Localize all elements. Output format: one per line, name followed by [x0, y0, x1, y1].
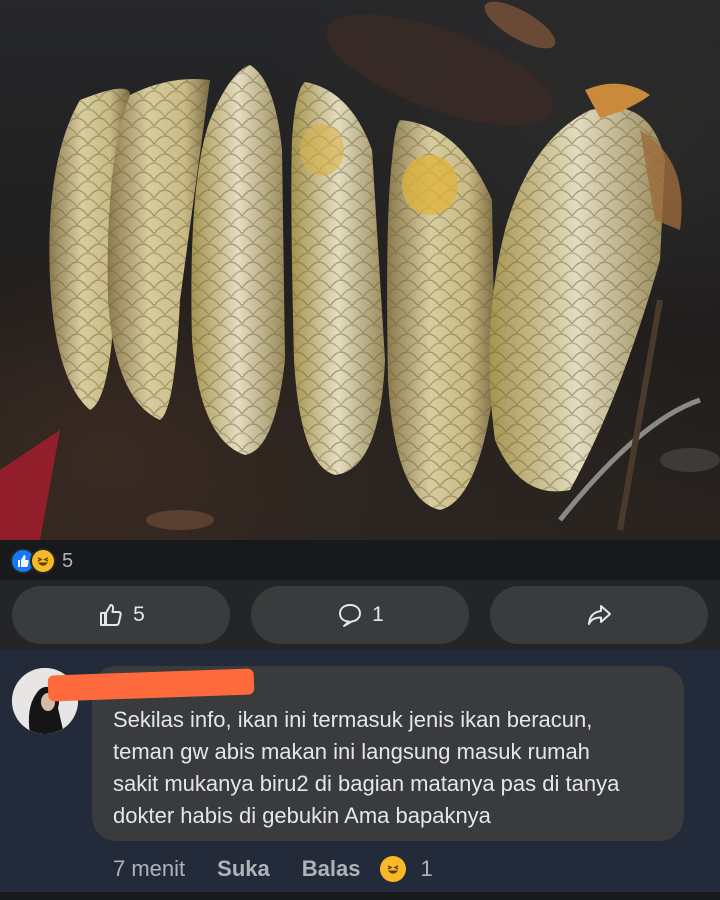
comment-line: sakit mukanya biru2 di bagian matanya pa… — [113, 771, 620, 796]
comment-line: Sekilas info, ikan ini termasuk jenis ik… — [113, 707, 593, 732]
like-button[interactable]: 5 — [12, 586, 230, 644]
post-photo[interactable] — [0, 0, 720, 540]
comment-like-button[interactable]: Suka — [217, 856, 270, 882]
comment-time[interactable]: 7 menit — [113, 856, 185, 882]
haha-reaction-icon — [30, 548, 56, 574]
comment-reaction-count: 1 — [420, 856, 433, 881]
comment-reply-button[interactable]: Balas — [302, 856, 361, 882]
haha-icon[interactable] — [380, 856, 407, 882]
like-count: 5 — [133, 603, 145, 626]
fish-illustration — [0, 1, 720, 540]
comment-icon — [339, 604, 362, 627]
fish-5 — [387, 120, 495, 510]
comment-body: Sekilas info, ikan ini termasuk jenis ik… — [113, 704, 678, 832]
comment-line: dokter habis di gebukin Ama bapaknya — [113, 803, 491, 828]
thumbs-up-icon — [100, 604, 122, 626]
comment-count: 1 — [372, 603, 384, 626]
reaction-icons — [10, 548, 56, 574]
fish-3 — [191, 65, 285, 455]
bottom-divider — [0, 892, 720, 900]
action-bar: 5 1 — [0, 580, 720, 650]
comment-line: teman gw abis makan ini langsung masuk r… — [113, 739, 590, 764]
share-button[interactable] — [490, 586, 708, 644]
reaction-count: 5 — [62, 549, 74, 572]
comment-meta: 7 menit Suka Balas 1 — [113, 852, 433, 886]
share-icon — [588, 605, 611, 625]
fish-6 — [489, 83, 682, 492]
comment-button[interactable]: 1 — [251, 586, 469, 644]
reaction-summary[interactable]: 5 — [10, 546, 73, 576]
fish-4 — [291, 82, 385, 475]
